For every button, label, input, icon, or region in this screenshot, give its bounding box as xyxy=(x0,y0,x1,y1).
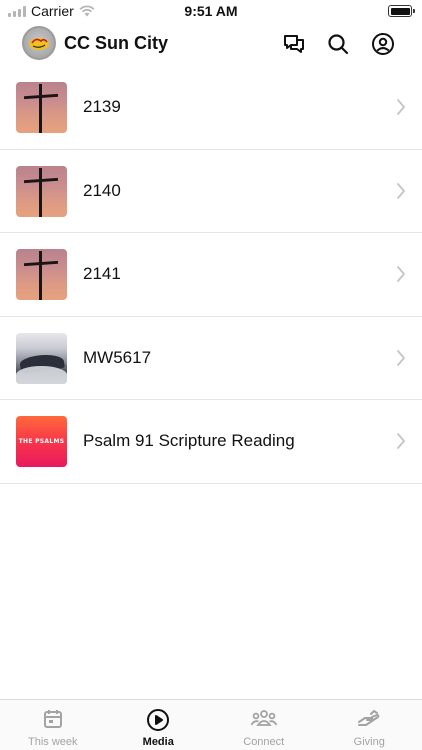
chevron-right-icon xyxy=(397,433,405,449)
the-psalms-thumbnail: THE PSALMS xyxy=(16,416,67,467)
thumbnail-text: THE PSALMS xyxy=(18,438,65,445)
cross-sunset-thumbnail xyxy=(16,82,67,133)
play-circle-icon xyxy=(147,709,170,731)
media-item-psalm-91[interactable]: THE PSALMS Psalm 91 Scripture Reading xyxy=(0,400,422,484)
tab-label: This week xyxy=(27,736,78,748)
people-icon xyxy=(250,710,278,726)
calendar-icon xyxy=(43,710,62,728)
media-list: 2139 2140 2141 MW5617 THE PSALMS Psalm 9… xyxy=(0,66,422,484)
tab-this-week[interactable]: This week xyxy=(0,700,106,750)
tab-label: Giving xyxy=(353,736,385,748)
chevron-right-icon xyxy=(397,266,405,282)
app-title: CC Sun City xyxy=(64,33,169,53)
media-item-2140[interactable]: 2140 xyxy=(0,150,422,233)
tab-giving[interactable]: Giving xyxy=(317,700,422,750)
profile-button[interactable] xyxy=(370,31,396,57)
media-item-title: 2139 xyxy=(83,97,121,116)
mountain-clouds-thumbnail xyxy=(16,332,67,384)
status-time: 9:51 AM xyxy=(184,3,238,19)
tab-bar: This week Media Connect Giving xyxy=(0,699,422,750)
app-header: CC Sun City xyxy=(0,22,422,66)
chevron-right-icon xyxy=(397,349,405,366)
media-item-mw5617[interactable]: MW5617 xyxy=(0,317,422,400)
church-logo[interactable] xyxy=(22,26,56,60)
chevron-right-icon xyxy=(397,99,405,115)
media-item-title: Psalm 91 Scripture Reading xyxy=(83,431,295,450)
media-item-title: 2141 xyxy=(83,264,121,283)
search-icon xyxy=(328,34,349,55)
tab-media[interactable]: Media xyxy=(106,700,212,750)
chat-bubbles-icon xyxy=(284,35,304,53)
battery-icon xyxy=(388,5,415,17)
tab-connect[interactable]: Connect xyxy=(211,700,317,750)
sun-logo-icon xyxy=(29,38,49,50)
tab-label: Media xyxy=(142,736,174,748)
cross-sunset-thumbnail xyxy=(16,249,67,300)
tab-label: Connect xyxy=(243,736,285,748)
media-item-2139[interactable]: 2139 xyxy=(0,66,422,150)
giving-hand-icon xyxy=(358,710,380,726)
search-button[interactable] xyxy=(325,31,351,57)
chevron-right-icon xyxy=(397,182,405,199)
profile-icon xyxy=(372,33,394,55)
media-item-title: 2140 xyxy=(83,180,121,200)
status-bar: Carrier 9:51 AM xyxy=(0,0,422,22)
media-item-title: MW5617 xyxy=(83,347,152,367)
chat-button[interactable] xyxy=(281,31,307,57)
cross-sunset-thumbnail xyxy=(16,165,67,217)
media-item-2141[interactable]: 2141 xyxy=(0,233,422,317)
